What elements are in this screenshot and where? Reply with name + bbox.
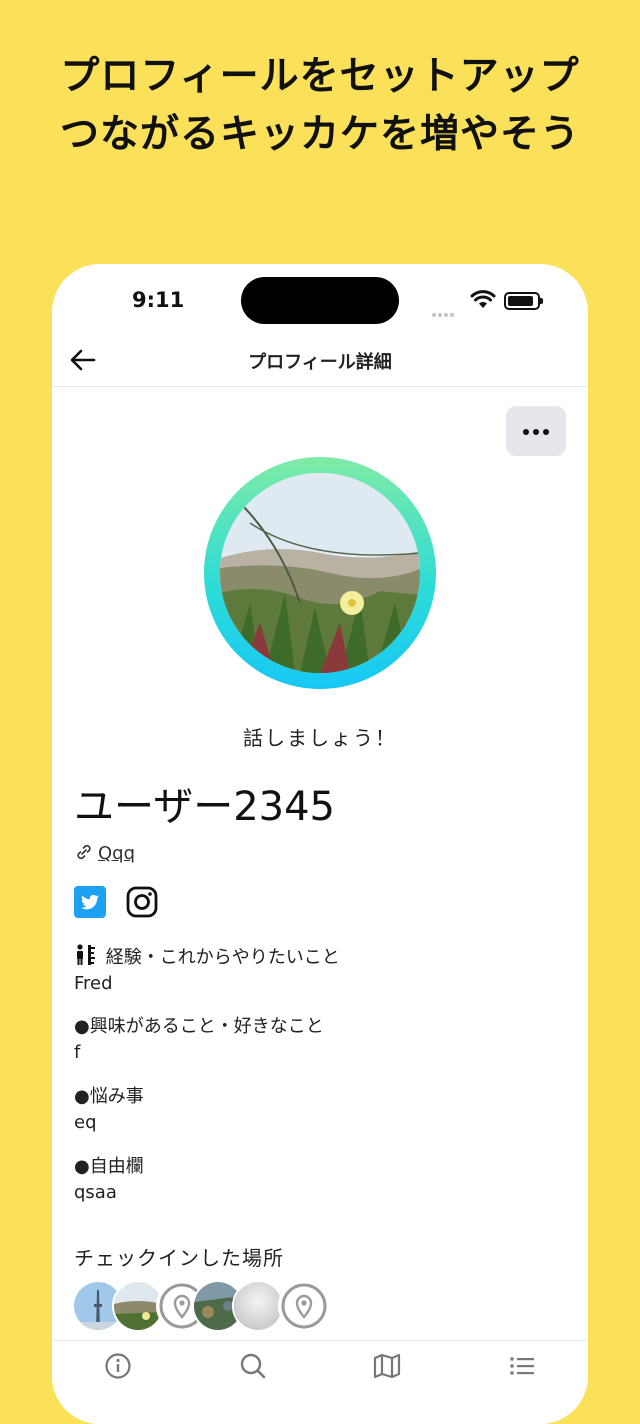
section-value: eq [74, 1112, 97, 1133]
dot-icon [523, 429, 529, 435]
profile-section-experience: 経験・これからやりたいこと Fred [74, 944, 340, 997]
section-value: Fred [74, 973, 113, 994]
dot-icon [533, 429, 539, 435]
avatar-ring[interactable] [204, 457, 436, 689]
profile-link[interactable]: Qqq [74, 842, 135, 864]
profile-section-interests: ●興味があること・好きなこと f [74, 1014, 324, 1066]
status-bar: 9:11 [52, 264, 588, 334]
twitter-icon[interactable] [74, 886, 106, 918]
checkin-list [72, 1280, 372, 1332]
section-value: qsaa [74, 1182, 117, 1203]
avatar-photo [220, 473, 420, 673]
wifi-icon [470, 290, 496, 308]
profile-greeting: 話しましょう！ [243, 726, 397, 750]
section-header: 経験・これからやりたいこと [74, 944, 340, 971]
instagram-icon[interactable] [126, 886, 158, 918]
page-title: プロフィール詳細 [248, 352, 392, 373]
navigation-bar: プロフィール詳細 [52, 334, 588, 387]
section-label: 経験・これからやりたいこと [105, 947, 340, 968]
checkin-title: チェックインした場所 [74, 1246, 284, 1270]
section-label: ●興味があること・好きなこと [74, 1016, 324, 1037]
profile-section-worries: ●悩み事 eq [74, 1084, 144, 1136]
section-value: f [74, 1042, 81, 1063]
avatar [220, 473, 420, 673]
dynamic-island [241, 277, 399, 324]
list-icon[interactable] [507, 1351, 537, 1381]
headline-line-1: プロフィールをセットアップ [60, 54, 580, 99]
tab-bar [52, 1340, 588, 1424]
dot-icon [543, 429, 549, 435]
signal-icon [432, 302, 456, 321]
checkin-blur-photo[interactable] [232, 1280, 284, 1332]
person-ruler-icon [77, 944, 95, 965]
map-icon[interactable] [372, 1351, 402, 1381]
search-icon[interactable] [238, 1351, 268, 1381]
profile-section-free: ●自由欄 qsaa [74, 1154, 144, 1206]
checkin-pin-icon[interactable] [278, 1280, 330, 1332]
link-icon [77, 844, 91, 860]
username: ユーザー2345 [74, 784, 335, 830]
profile-link-text[interactable]: Qqq [98, 843, 135, 864]
promo-headline: プロフィールをセットアップ つながるキッカケを増やそう [0, 48, 640, 164]
section-label: ●自由欄 [74, 1156, 144, 1177]
info-icon[interactable] [103, 1351, 133, 1381]
status-time: 9:11 [132, 288, 185, 312]
headline-line-2: つながるキッカケを増やそう [59, 112, 580, 157]
section-label: ●悩み事 [74, 1086, 144, 1107]
battery-icon [504, 292, 540, 310]
battery-tip [540, 298, 543, 304]
more-options-button[interactable] [506, 406, 566, 456]
phone-frame: 9:11 プロフィール詳細 話しましょう！ ユーザー2345 Qqq 経験・これ… [52, 264, 588, 1424]
